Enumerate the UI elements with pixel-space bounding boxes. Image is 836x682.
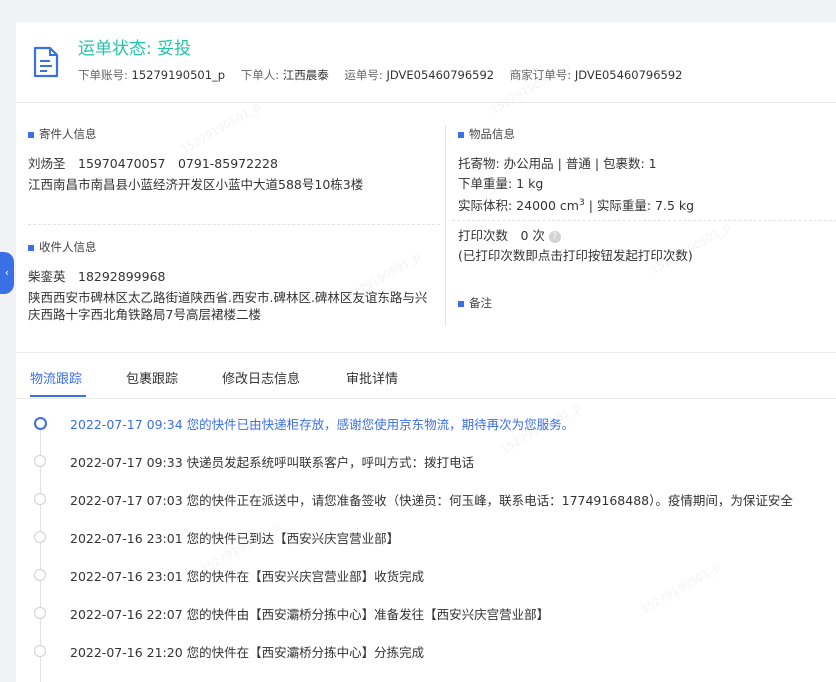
timeline-text: 2022-07-16 23:01 您的快件在【西安兴庆宫营业部】收货完成: [70, 569, 425, 584]
document-icon: [33, 46, 59, 78]
receiver-section-title: 收件人信息: [28, 239, 97, 255]
divider: [452, 220, 836, 221]
actual-weight: | 实际重量: 7.5 kg: [584, 198, 695, 214]
print-note: (已打印次数即点击打印按钮发起打印次数): [458, 248, 693, 263]
waybill-status: 运单状态: 妥投: [78, 39, 192, 59]
timeline-item: 2022-07-17 07:03 您的快件正在派送中，请您准备签收（快递员：何玉…: [16, 490, 836, 510]
timeline-dot: [34, 569, 46, 581]
tab-logistics-tracking[interactable]: 物流跟踪: [30, 368, 82, 387]
receiver-contact: 柴銮英 18292899968: [28, 269, 166, 284]
timeline-text: 2022-07-16 22:07 您的快件由【西安灞桥分拣中心】准备发往【西安兴…: [70, 607, 550, 622]
print-count: 打印次数 0 次?: [458, 227, 561, 244]
waybill-header: 运单状态: 妥投 下单账号: 15279190501_p 下单人: 江西晨泰 运…: [16, 22, 836, 103]
tab-change-log[interactable]: 修改日志信息: [222, 368, 300, 387]
detail-tabs: 物流跟踪 包裹跟踪 修改日志信息 审批详情: [16, 358, 836, 399]
meta-key: 商家订单号:: [509, 68, 572, 82]
meta-value: JDVE05460796592: [386, 68, 495, 82]
timeline-item: 2022-07-17 09:34 您的快件已由快递柜存放，感谢您使用京东物流，期…: [16, 414, 836, 434]
goods-order-weight: 下单重量: 1 kg: [458, 176, 544, 191]
collapse-sidebar-button[interactable]: ‹: [0, 252, 14, 294]
timeline-item: 2022-07-16 23:01 您的快件在【西安兴庆宫营业部】收货完成: [16, 566, 836, 586]
goods-volume: 实际体积: 24000 cm3 | 实际重量: 7.5 kg: [458, 195, 694, 214]
sender-section-title: 寄件人信息: [28, 126, 97, 142]
timeline-text: 2022-07-17 09:33 快递员发起系统呼叫联系客户，呼叫方式：拨打电话: [70, 455, 475, 470]
sender-contact: 刘炀圣 15970470057 0791-85972228: [28, 156, 278, 171]
timeline-dot-current: [34, 417, 47, 430]
meta-value: JDVE05460796592: [574, 68, 683, 82]
timeline-dot: [34, 607, 46, 619]
goods-title: 物品信息: [469, 127, 515, 141]
active-tab-indicator: [30, 395, 86, 397]
receiver-address: 陕西西安市碑林区太乙路街道陕西省.西安市.碑林区.碑林区友谊东路与兴庆西路十字西…: [28, 290, 428, 322]
section-marker: [28, 244, 34, 251]
meta-value: 江西晨泰: [282, 68, 329, 82]
timeline-item: 2022-07-16 23:01 您的快件已到达【西安兴庆宫营业部】: [16, 528, 836, 548]
meta-key: 下单人:: [240, 68, 280, 82]
help-icon[interactable]: ?: [548, 230, 561, 243]
section-marker: [458, 131, 464, 138]
timeline-text: 2022-07-16 23:01 您的快件已到达【西安兴庆宫营业部】: [70, 531, 400, 546]
print-count-label: 打印次数 0 次: [458, 228, 545, 243]
meta-value: 15279190501_p: [131, 68, 226, 82]
timeline-text: 2022-07-17 09:34 您的快件已由快递柜存放，感谢您使用京东物流，期…: [70, 417, 575, 432]
waybill-meta: 下单账号: 15279190501_p 下单人: 江西晨泰 运单号: JDVE0…: [78, 67, 694, 83]
watermark: 15279190501_p: [178, 100, 263, 157]
section-separator: [16, 352, 836, 353]
goods-item: 托寄物: 办公用品 | 普通 | 包裹数: 1: [458, 156, 657, 171]
section-marker: [458, 300, 464, 307]
timeline-dot: [34, 493, 46, 505]
meta-key: 下单账号:: [78, 68, 128, 82]
tab-package-tracking[interactable]: 包裹跟踪: [126, 368, 178, 387]
timeline-item: 2022-07-16 21:20 您的快件在【西安灞桥分拣中心】分拣完成: [16, 642, 836, 662]
section-marker: [28, 131, 34, 138]
remark-title: 备注: [469, 296, 492, 310]
timeline-text: 2022-07-16 21:20 您的快件在【西安灞桥分拣中心】分拣完成: [70, 645, 425, 660]
timeline-text: 2022-07-17 07:03 您的快件正在派送中，请您准备签收（快递员：何玉…: [70, 493, 793, 508]
divider: [28, 224, 440, 225]
meta-key: 运单号:: [344, 68, 383, 82]
receiver-title: 收件人信息: [39, 240, 97, 254]
timeline-item: 2022-07-16 22:07 您的快件由【西安灞桥分拣中心】准备发往【西安兴…: [16, 604, 836, 624]
volume-label: 实际体积: 24000 cm: [458, 198, 579, 214]
sender-title: 寄件人信息: [39, 127, 97, 141]
chevron-left-icon: ‹: [4, 266, 10, 279]
timeline-dot: [34, 531, 46, 543]
timeline-dot: [34, 455, 46, 467]
goods-section-title: 物品信息: [458, 126, 515, 142]
timeline-item: 2022-07-17 09:33 快递员发起系统呼叫联系客户，呼叫方式：拨打电话: [16, 452, 836, 472]
timeline-dot: [34, 645, 46, 657]
tab-approval-details[interactable]: 审批详情: [346, 368, 398, 387]
sender-address: 江西南昌市南昌县小蓝经济开发区小蓝中大道588号10栋3楼: [28, 177, 364, 192]
waybill-detail-card: 运单状态: 妥投 下单账号: 15279190501_p 下单人: 江西晨泰 运…: [16, 22, 836, 682]
remark-section-title: 备注: [458, 295, 492, 311]
column-divider: [445, 126, 446, 326]
